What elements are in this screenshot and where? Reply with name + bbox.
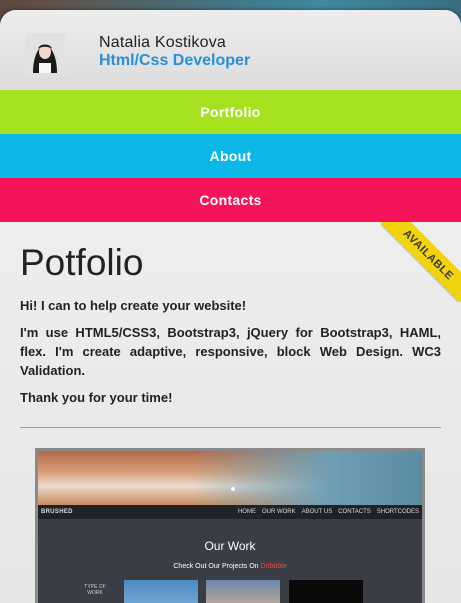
divider [20, 427, 441, 428]
thanks-paragraph: Thank you for your time! [20, 390, 173, 405]
available-badge: AVAILABLE [381, 222, 461, 302]
profile-name: Natalia Kostikova [99, 34, 227, 51]
profile-header: Natalia Kostikova Html/Css Developer [0, 10, 461, 90]
main-content: AVAILABLE Potfolio Hi! I can to help cre… [0, 222, 461, 603]
preview-hero-image [38, 451, 422, 505]
available-ribbon: AVAILABLE [381, 222, 461, 302]
nav-about[interactable]: About [0, 134, 461, 178]
project-preview[interactable]: BRUSHED HOME OUR WORK ABOUT US CONTACTS … [35, 448, 425, 603]
preview-brand: BRUSHED [41, 509, 73, 515]
thumbnail-3 [289, 580, 363, 603]
preview-subheading: Check Out Our Projects On Dribbble [173, 563, 287, 570]
profile-role: Html/Css Developer [99, 52, 251, 69]
thumbnail-2 [206, 580, 280, 603]
preview-nav-about-us: ABOUT US [301, 509, 333, 515]
page-title: Potfolio [20, 242, 144, 283]
nav-contacts[interactable]: Contacts [0, 178, 461, 222]
preview-nav-home: HOME [237, 509, 256, 515]
avatar [25, 33, 65, 73]
preview-nav-shortcodes: SHORTCODES [376, 509, 419, 515]
preview-thumbnails: TYPE OF WORK [38, 580, 422, 603]
preview-nav-our-work: OUR WORK [261, 509, 296, 515]
intro-paragraph: Hi! I can to help create your website! [20, 298, 247, 313]
type-of-work-label: TYPE OF WORK [84, 584, 106, 596]
preview-nav-contacts: CONTACTS [338, 509, 371, 515]
preview-navbar: BRUSHED HOME OUR WORK ABOUT US CONTACTS … [38, 505, 422, 519]
portfolio-card: Natalia Kostikova Html/Css Developer Por… [0, 10, 461, 603]
nav-portfolio[interactable]: Portfolio [0, 90, 461, 134]
skills-paragraph: I'm use HTML5/CSS3, Bootstrap3, jQuery f… [20, 325, 441, 378]
thumbnail-1 [124, 580, 198, 603]
preview-body: Our Work Check Out Our Projects On Dribb… [38, 539, 422, 570]
dribbble-link: Dribbble [260, 563, 287, 570]
slider-dot [231, 487, 235, 491]
preview-heading: Our Work [204, 539, 256, 553]
